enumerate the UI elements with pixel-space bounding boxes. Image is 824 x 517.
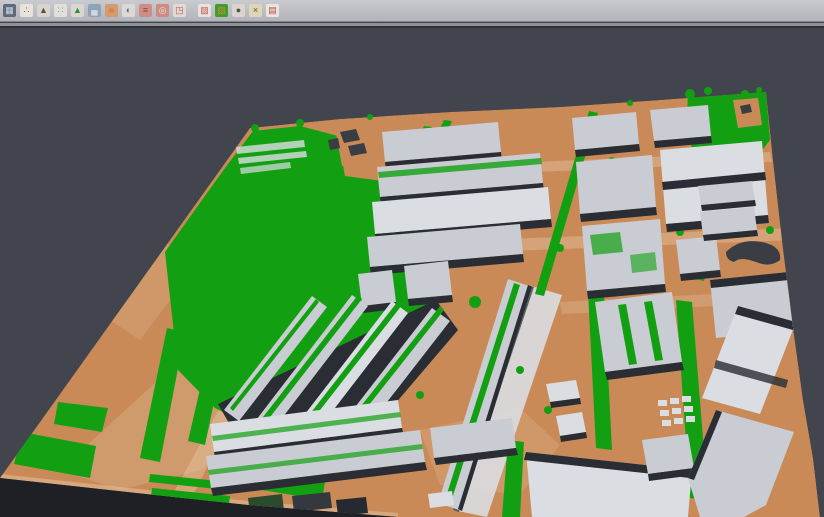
- 3d-viewport[interactable]: [0, 28, 824, 517]
- toolbar-button-measure[interactable]: ▤: [265, 3, 280, 18]
- texture-icon: ▨: [198, 4, 211, 17]
- scatter-icon: ∴: [20, 4, 33, 17]
- select-region-icon: ◳: [173, 4, 186, 17]
- globe-icon: ◐: [122, 4, 135, 17]
- layers-icon: ≡: [139, 4, 152, 17]
- terrain-mesh: [0, 92, 820, 517]
- toolbar-button-point-cloud[interactable]: ▦: [2, 3, 17, 18]
- toolbar-divider: [0, 26, 824, 28]
- application-window: ▦ ∴ ▲ ∷ ▲ ▄ ■ ◐ ≡ ◎ ◳ ▨ ▧ ● × ▤: [0, 0, 824, 517]
- clip-box-icon: ×: [249, 4, 262, 17]
- mesh-icon: ▲: [37, 4, 50, 17]
- classification-icon: ▧: [215, 4, 228, 17]
- toolbar-separator: [189, 3, 195, 18]
- column-icon: ▄: [88, 4, 101, 17]
- toolbar-button-ortho[interactable]: ■: [104, 3, 119, 18]
- toolbar-button-texture[interactable]: ▨: [197, 3, 212, 18]
- toolbar-button-layers[interactable]: ≡: [138, 3, 153, 18]
- ortho-tile-icon: ■: [105, 4, 118, 17]
- toolbar-button-select-region[interactable]: ◳: [172, 3, 187, 18]
- scene-canvas[interactable]: [0, 28, 824, 517]
- main-toolbar: ▦ ∴ ▲ ∷ ▲ ▄ ■ ◐ ≡ ◎ ◳ ▨ ▧ ● × ▤: [0, 0, 824, 22]
- vertices-icon: ∷: [54, 4, 67, 17]
- toolbar-button-clip-box[interactable]: ×: [248, 3, 263, 18]
- toolbar-button-sphere[interactable]: ●: [231, 3, 246, 18]
- point-cloud-icon: ▦: [3, 4, 16, 17]
- toolbar-button-target[interactable]: ◎: [155, 3, 170, 18]
- toolbar-button-classification[interactable]: ▧: [214, 3, 229, 18]
- container-grid: [658, 396, 695, 426]
- toolbar-button-terrain[interactable]: ▲: [70, 3, 85, 18]
- sphere-icon: ●: [232, 4, 245, 17]
- terrain-icon: ▲: [71, 4, 84, 17]
- toolbar-button-column[interactable]: ▄: [87, 3, 102, 18]
- measure-icon: ▤: [266, 4, 279, 17]
- toolbar-button-scatter[interactable]: ∴: [19, 3, 34, 18]
- toolbar-button-vertices[interactable]: ∷: [53, 3, 68, 18]
- toolbar-button-mesh[interactable]: ▲: [36, 3, 51, 18]
- toolbar-button-globe[interactable]: ◐: [121, 3, 136, 18]
- target-ring-icon: ◎: [156, 4, 169, 17]
